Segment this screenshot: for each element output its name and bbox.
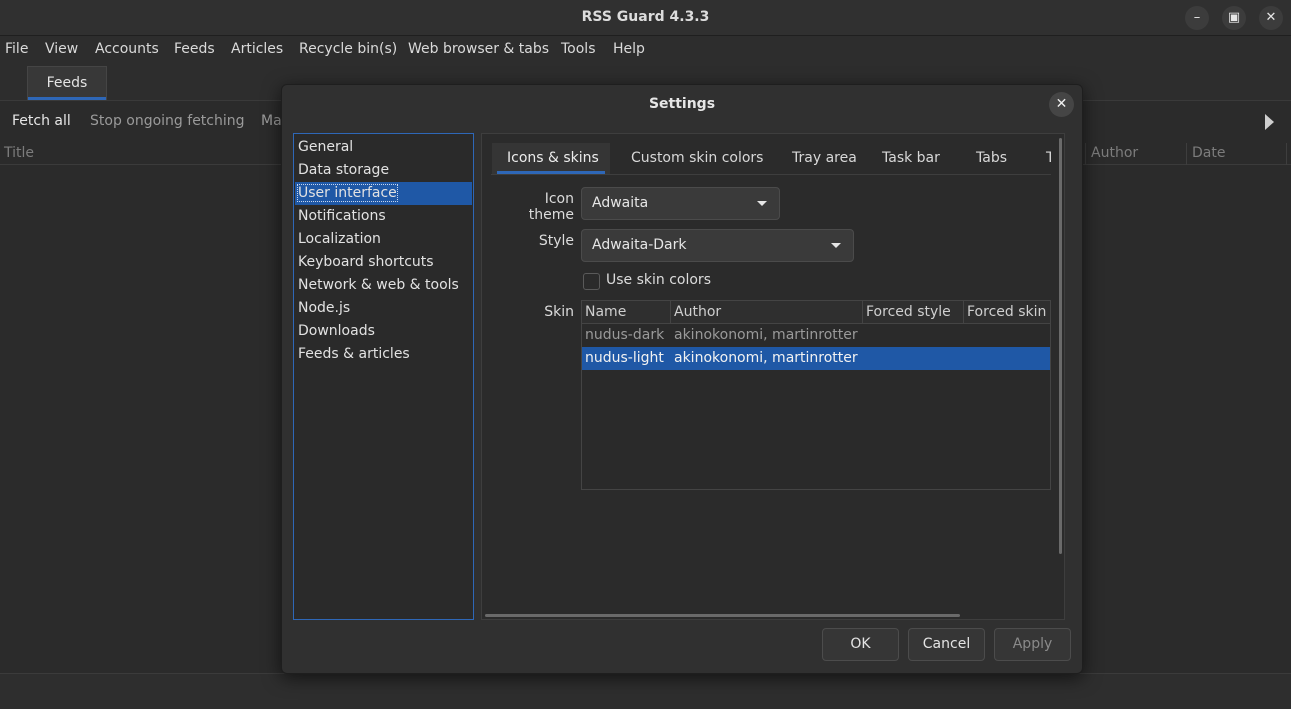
settings-dialog: Settings ✕ General Data storage User int… <box>281 84 1083 674</box>
column-separator <box>1186 143 1187 165</box>
settings-tab-bar: Icons & skins Custom skin colors Tray ar… <box>491 143 1051 175</box>
user-interface-panel: Icons & skins Custom skin colors Tray ar… <box>481 133 1065 620</box>
table-row[interactable]: nudus-dark akinokonomi, martinrotter <box>582 324 1050 347</box>
menu-accounts[interactable]: Accounts <box>95 41 159 57</box>
status-bar <box>0 673 1291 709</box>
skin-name: nudus-light <box>585 350 664 366</box>
category-label: Keyboard shortcuts <box>298 254 434 270</box>
skin-column-name[interactable]: Name <box>582 301 671 324</box>
skin-table: Name Author Forced style Forced skin c n… <box>581 300 1051 490</box>
category-label: User interface <box>297 184 398 202</box>
tab-custom-skin-colors[interactable]: Custom skin colors <box>631 150 763 166</box>
category-feeds-articles[interactable]: Feeds & articles <box>295 343 472 366</box>
skin-label: Skin <box>544 304 574 320</box>
active-tab-indicator <box>497 171 605 174</box>
toolbar-overflow-arrow-icon[interactable] <box>1263 114 1275 130</box>
category-network-web-tools[interactable]: Network & web & tools <box>295 274 472 297</box>
column-separator <box>1286 143 1287 165</box>
style-value: Adwaita-Dark <box>592 237 687 253</box>
dialog-title: Settings <box>648 96 716 112</box>
category-label: Notifications <box>298 208 386 224</box>
use-skin-colors-label[interactable]: Use skin colors <box>606 272 711 288</box>
dialog-close-icon[interactable]: ✕ <box>1049 92 1074 117</box>
category-nodejs[interactable]: Node.js <box>295 297 472 320</box>
truncated-toolbar-button[interactable]: Ma <box>261 113 282 129</box>
menu-feeds[interactable]: Feeds <box>174 41 215 57</box>
category-localization[interactable]: Localization <box>295 228 472 251</box>
chevron-down-icon <box>831 243 841 248</box>
category-user-interface[interactable]: User interface <box>295 182 472 205</box>
category-label: Localization <box>298 231 381 247</box>
close-icon[interactable]: ✕ <box>1259 6 1283 30</box>
stop-fetching-button[interactable]: Stop ongoing fetching <box>90 113 245 129</box>
style-select[interactable]: Adwaita-Dark <box>581 229 854 262</box>
category-notifications[interactable]: Notifications <box>295 205 472 228</box>
tab-tray-area[interactable]: Tray area <box>792 150 857 166</box>
menu-articles[interactable]: Articles <box>231 41 283 57</box>
category-general[interactable]: General <box>295 136 472 159</box>
category-data-storage[interactable]: Data storage <box>295 159 472 182</box>
category-keyboard-shortcuts[interactable]: Keyboard shortcuts <box>295 251 472 274</box>
skin-column-author[interactable]: Author <box>671 301 863 324</box>
tab-tabs[interactable]: Tabs <box>976 150 1007 166</box>
category-label: Data storage <box>298 162 390 178</box>
menu-file[interactable]: File <box>5 41 28 57</box>
title-bar: RSS Guard 4.3.3 – ▣ ✕ <box>0 0 1291 36</box>
settings-category-list: General Data storage User interface Noti… <box>293 133 474 620</box>
tab-task-bar[interactable]: Task bar <box>882 150 940 166</box>
category-label: Node.js <box>298 300 351 316</box>
menu-web-browser-tabs[interactable]: Web browser & tabs <box>408 41 549 57</box>
table-row[interactable]: nudus-light akinokonomi, martinrotter <box>582 347 1050 370</box>
apply-button[interactable]: Apply <box>994 628 1071 661</box>
tab-feeds-label: Feeds <box>46 75 88 91</box>
vertical-scrollbar[interactable] <box>1059 138 1062 554</box>
menu-help[interactable]: Help <box>613 41 645 57</box>
style-label: Style <box>538 233 574 249</box>
menu-view[interactable]: View <box>45 41 78 57</box>
skin-name: nudus-dark <box>585 327 665 343</box>
tab-icons-skins[interactable]: Icons & skins <box>507 150 599 166</box>
menu-recycle-bins[interactable]: Recycle bin(s) <box>299 41 397 57</box>
skin-column-forced-style[interactable]: Forced style <box>863 301 964 324</box>
column-separator <box>1085 143 1086 165</box>
category-label: Feeds & articles <box>298 346 410 362</box>
cancel-button[interactable]: Cancel <box>908 628 985 661</box>
column-date[interactable]: Date <box>1192 145 1225 161</box>
minimize-icon[interactable]: – <box>1185 6 1209 30</box>
icon-theme-label: Icon theme <box>528 191 574 223</box>
fetch-all-button[interactable]: Fetch all <box>12 113 71 129</box>
tab-truncated[interactable]: T <box>1046 150 1051 166</box>
icon-theme-select[interactable]: Adwaita <box>581 187 780 220</box>
chevron-down-icon <box>757 201 767 206</box>
tab-feeds[interactable]: Feeds <box>27 66 107 100</box>
category-label: General <box>298 139 354 155</box>
icon-theme-value: Adwaita <box>592 195 649 211</box>
skin-author: akinokonomi, martinrotter <box>674 350 858 366</box>
column-title[interactable]: Title <box>4 145 34 161</box>
menu-tools[interactable]: Tools <box>561 41 596 57</box>
ok-button[interactable]: OK <box>822 628 899 661</box>
tab-active-indicator <box>28 97 106 100</box>
category-label: Downloads <box>298 323 375 339</box>
skin-author: akinokonomi, martinrotter <box>674 327 858 343</box>
use-skin-colors-checkbox[interactable] <box>583 273 600 290</box>
category-label: Network & web & tools <box>298 277 459 293</box>
category-downloads[interactable]: Downloads <box>295 320 472 343</box>
horizontal-scrollbar[interactable] <box>485 614 960 617</box>
window-title: RSS Guard 4.3.3 <box>581 9 710 25</box>
skin-column-forced-skin-colors[interactable]: Forced skin c <box>964 301 1050 324</box>
column-author[interactable]: Author <box>1091 145 1138 161</box>
maximize-icon[interactable]: ▣ <box>1222 6 1246 30</box>
menu-bar: File View Accounts Feeds Articles Recycl… <box>0 36 1291 64</box>
